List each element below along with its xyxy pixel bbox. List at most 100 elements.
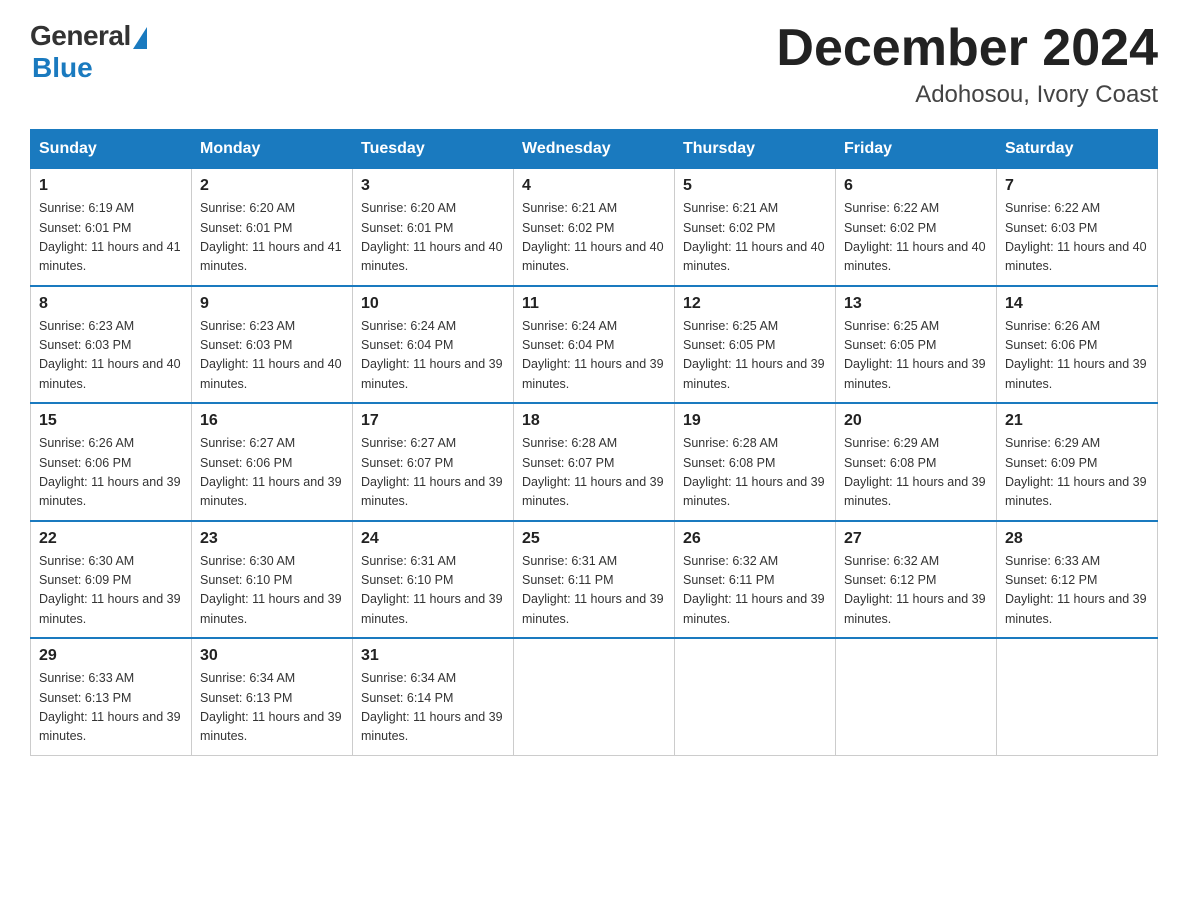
calendar-cell: 15 Sunrise: 6:26 AMSunset: 6:06 PMDayligh… — [31, 403, 192, 521]
calendar-cell: 25 Sunrise: 6:31 AMSunset: 6:11 PMDayligh… — [514, 521, 675, 639]
day-number: 9 — [200, 295, 344, 313]
calendar-cell: 6 Sunrise: 6:22 AMSunset: 6:02 PMDaylight… — [836, 169, 997, 286]
day-number: 18 — [522, 412, 666, 430]
day-info: Sunrise: 6:20 AMSunset: 6:01 PMDaylight:… — [200, 199, 344, 277]
calendar-cell: 30 Sunrise: 6:34 AMSunset: 6:13 PMDayligh… — [192, 638, 353, 755]
header-cell-sunday: Sunday — [31, 130, 192, 169]
day-number: 2 — [200, 177, 344, 195]
day-info: Sunrise: 6:26 AMSunset: 6:06 PMDaylight:… — [39, 434, 183, 512]
calendar-cell — [836, 638, 997, 755]
day-info: Sunrise: 6:23 AMSunset: 6:03 PMDaylight:… — [200, 317, 344, 395]
day-info: Sunrise: 6:29 AMSunset: 6:08 PMDaylight:… — [844, 434, 988, 512]
day-number: 8 — [39, 295, 183, 313]
calendar-subtitle: Adohosou, Ivory Coast — [776, 81, 1158, 109]
day-info: Sunrise: 6:25 AMSunset: 6:05 PMDaylight:… — [683, 317, 827, 395]
calendar-table: SundayMondayTuesdayWednesdayThursdayFrid… — [30, 129, 1158, 756]
calendar-cell: 3Sunrise: 6:20 AMSunset: 6:01 PMDaylight… — [353, 169, 514, 286]
calendar-cell: 31Sunrise: 6:34 AMSunset: 6:14 PMDayligh… — [353, 638, 514, 755]
calendar-cell — [997, 638, 1158, 755]
day-info: Sunrise: 6:20 AMSunset: 6:01 PMDaylight:… — [361, 199, 505, 277]
calendar-cell: 20 Sunrise: 6:29 AMSunset: 6:08 PMDayligh… — [836, 403, 997, 521]
header-cell-friday: Friday — [836, 130, 997, 169]
day-info: Sunrise: 6:33 AMSunset: 6:13 PMDaylight:… — [39, 669, 183, 747]
day-info: Sunrise: 6:29 AMSunset: 6:09 PMDaylight:… — [1005, 434, 1149, 512]
day-number: 6 — [844, 177, 988, 195]
calendar-cell: 5Sunrise: 6:21 AMSunset: 6:02 PMDaylight… — [675, 169, 836, 286]
calendar-cell: 29 Sunrise: 6:33 AMSunset: 6:13 PMDayligh… — [31, 638, 192, 755]
logo-triangle-icon — [133, 27, 147, 49]
day-number: 30 — [200, 647, 344, 665]
day-info: Sunrise: 6:31 AMSunset: 6:11 PMDaylight:… — [522, 552, 666, 630]
day-number: 13 — [844, 295, 988, 313]
calendar-cell: 13Sunrise: 6:25 AMSunset: 6:05 PMDayligh… — [836, 286, 997, 404]
day-info: Sunrise: 6:27 AMSunset: 6:07 PMDaylight:… — [361, 434, 505, 512]
day-number: 5 — [683, 177, 827, 195]
calendar-title: December 2024 — [776, 20, 1158, 77]
day-info: Sunrise: 6:19 AMSunset: 6:01 PMDaylight:… — [39, 199, 183, 277]
calendar-cell: 16 Sunrise: 6:27 AMSunset: 6:06 PMDayligh… — [192, 403, 353, 521]
calendar-cell: 27Sunrise: 6:32 AMSunset: 6:12 PMDayligh… — [836, 521, 997, 639]
day-number: 11 — [522, 295, 666, 313]
day-info: Sunrise: 6:23 AMSunset: 6:03 PMDaylight:… — [39, 317, 183, 395]
week-row-3: 15 Sunrise: 6:26 AMSunset: 6:06 PMDayligh… — [31, 403, 1158, 521]
header-cell-monday: Monday — [192, 130, 353, 169]
calendar-cell: 8 Sunrise: 6:23 AMSunset: 6:03 PMDaylight… — [31, 286, 192, 404]
logo: General Blue — [30, 20, 147, 84]
header-cell-tuesday: Tuesday — [353, 130, 514, 169]
day-info: Sunrise: 6:30 AMSunset: 6:09 PMDaylight:… — [39, 552, 183, 630]
day-number: 23 — [200, 530, 344, 548]
day-info: Sunrise: 6:31 AMSunset: 6:10 PMDaylight:… — [361, 552, 505, 630]
calendar-cell: 22 Sunrise: 6:30 AMSunset: 6:09 PMDayligh… — [31, 521, 192, 639]
week-row-1: 1 Sunrise: 6:19 AMSunset: 6:01 PMDaylight… — [31, 169, 1158, 286]
day-info: Sunrise: 6:24 AMSunset: 6:04 PMDaylight:… — [522, 317, 666, 395]
day-number: 7 — [1005, 177, 1149, 195]
day-number: 12 — [683, 295, 827, 313]
day-number: 26 — [683, 530, 827, 548]
day-info: Sunrise: 6:24 AMSunset: 6:04 PMDaylight:… — [361, 317, 505, 395]
day-info: Sunrise: 6:28 AMSunset: 6:08 PMDaylight:… — [683, 434, 827, 512]
day-info: Sunrise: 6:28 AMSunset: 6:07 PMDaylight:… — [522, 434, 666, 512]
week-row-5: 29 Sunrise: 6:33 AMSunset: 6:13 PMDayligh… — [31, 638, 1158, 755]
calendar-cell — [514, 638, 675, 755]
day-info: Sunrise: 6:34 AMSunset: 6:13 PMDaylight:… — [200, 669, 344, 747]
calendar-cell: 7 Sunrise: 6:22 AMSunset: 6:03 PMDaylight… — [997, 169, 1158, 286]
day-number: 31 — [361, 647, 505, 665]
day-number: 16 — [200, 412, 344, 430]
day-number: 24 — [361, 530, 505, 548]
calendar-cell: 19Sunrise: 6:28 AMSunset: 6:08 PMDayligh… — [675, 403, 836, 521]
header-cell-saturday: Saturday — [997, 130, 1158, 169]
week-row-2: 8 Sunrise: 6:23 AMSunset: 6:03 PMDaylight… — [31, 286, 1158, 404]
day-info: Sunrise: 6:22 AMSunset: 6:02 PMDaylight:… — [844, 199, 988, 277]
calendar-cell: 28Sunrise: 6:33 AMSunset: 6:12 PMDayligh… — [997, 521, 1158, 639]
day-number: 14 — [1005, 295, 1149, 313]
calendar-cell: 10 Sunrise: 6:24 AMSunset: 6:04 PMDayligh… — [353, 286, 514, 404]
day-number: 25 — [522, 530, 666, 548]
calendar-cell: 17Sunrise: 6:27 AMSunset: 6:07 PMDayligh… — [353, 403, 514, 521]
day-info: Sunrise: 6:22 AMSunset: 6:03 PMDaylight:… — [1005, 199, 1149, 277]
day-info: Sunrise: 6:27 AMSunset: 6:06 PMDaylight:… — [200, 434, 344, 512]
calendar-cell: 1 Sunrise: 6:19 AMSunset: 6:01 PMDaylight… — [31, 169, 192, 286]
header-cell-thursday: Thursday — [675, 130, 836, 169]
day-info: Sunrise: 6:21 AMSunset: 6:02 PMDaylight:… — [522, 199, 666, 277]
calendar-cell: 23 Sunrise: 6:30 AMSunset: 6:10 PMDayligh… — [192, 521, 353, 639]
day-info: Sunrise: 6:26 AMSunset: 6:06 PMDaylight:… — [1005, 317, 1149, 395]
day-number: 29 — [39, 647, 183, 665]
calendar-cell: 14 Sunrise: 6:26 AMSunset: 6:06 PMDayligh… — [997, 286, 1158, 404]
day-number: 20 — [844, 412, 988, 430]
day-number: 15 — [39, 412, 183, 430]
day-number: 10 — [361, 295, 505, 313]
day-number: 1 — [39, 177, 183, 195]
day-number: 22 — [39, 530, 183, 548]
week-row-4: 22 Sunrise: 6:30 AMSunset: 6:09 PMDayligh… — [31, 521, 1158, 639]
day-number: 4 — [522, 177, 666, 195]
calendar-cell: 24 Sunrise: 6:31 AMSunset: 6:10 PMDayligh… — [353, 521, 514, 639]
day-info: Sunrise: 6:30 AMSunset: 6:10 PMDaylight:… — [200, 552, 344, 630]
day-info: Sunrise: 6:32 AMSunset: 6:11 PMDaylight:… — [683, 552, 827, 630]
header-cell-wednesday: Wednesday — [514, 130, 675, 169]
header-row: SundayMondayTuesdayWednesdayThursdayFrid… — [31, 130, 1158, 169]
calendar-cell: 2 Sunrise: 6:20 AMSunset: 6:01 PMDaylight… — [192, 169, 353, 286]
calendar-cell: 9 Sunrise: 6:23 AMSunset: 6:03 PMDaylight… — [192, 286, 353, 404]
calendar-cell: 18 Sunrise: 6:28 AMSunset: 6:07 PMDayligh… — [514, 403, 675, 521]
logo-blue-text: Blue — [32, 52, 93, 84]
logo-general-text: General — [30, 20, 131, 52]
